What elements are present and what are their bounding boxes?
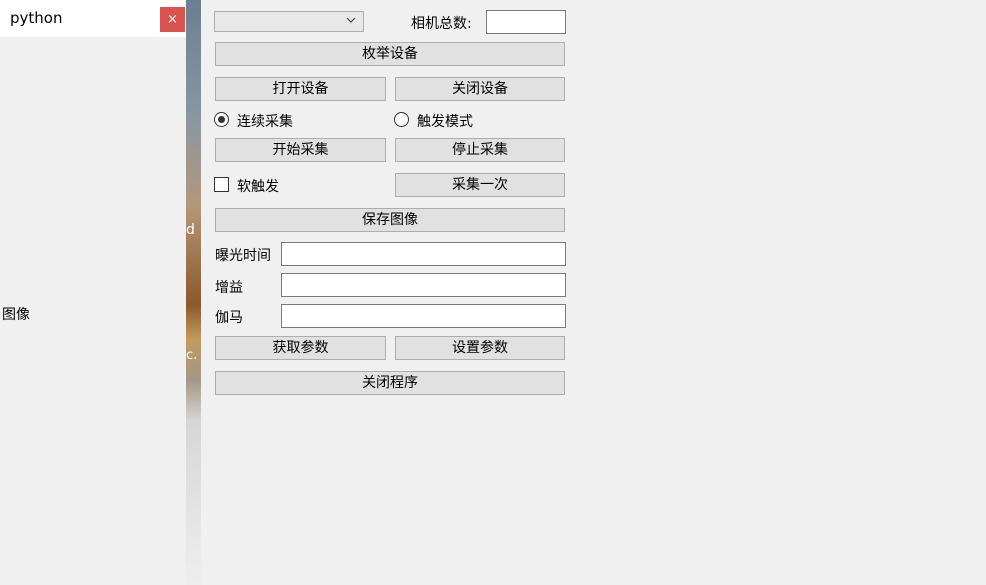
background-text-fragment: d bbox=[186, 222, 195, 238]
continuous-mode-label: 连续采集 bbox=[237, 114, 293, 130]
close-button[interactable]: × bbox=[160, 7, 185, 32]
camera-count-label: 相机总数: bbox=[411, 16, 472, 32]
enum-devices-button[interactable]: 枚举设备 bbox=[215, 42, 565, 66]
exposure-label: 曝光时间 bbox=[215, 248, 271, 264]
python-window-title: python bbox=[10, 9, 63, 27]
image-label: 图像 bbox=[2, 307, 30, 323]
background-text-fragment: c. bbox=[186, 348, 198, 363]
software-trigger-checkbox[interactable] bbox=[214, 177, 229, 192]
software-trigger-label: 软触发 bbox=[237, 179, 279, 195]
gamma-label: 伽马 bbox=[215, 310, 243, 326]
desktop-background-strip bbox=[186, 0, 201, 585]
save-image-button[interactable]: 保存图像 bbox=[215, 208, 565, 232]
open-device-button[interactable]: 打开设备 bbox=[215, 77, 386, 101]
gain-label: 增益 bbox=[215, 280, 243, 296]
camera-count-field[interactable] bbox=[486, 10, 566, 34]
start-grab-button[interactable]: 开始采集 bbox=[215, 138, 386, 162]
trigger-mode-radio[interactable] bbox=[394, 112, 409, 127]
gamma-field[interactable] bbox=[281, 304, 566, 328]
stop-grab-button[interactable]: 停止采集 bbox=[395, 138, 565, 162]
close-program-button[interactable]: 关闭程序 bbox=[215, 371, 565, 395]
gain-field[interactable] bbox=[281, 273, 566, 297]
close-device-button[interactable]: 关闭设备 bbox=[395, 77, 565, 101]
set-params-button[interactable]: 设置参数 bbox=[395, 336, 565, 360]
python-window: python × 图像 bbox=[0, 0, 187, 585]
trigger-once-button[interactable]: 采集一次 bbox=[395, 173, 565, 197]
chevron-down-icon bbox=[345, 14, 357, 29]
python-titlebar: python × bbox=[0, 0, 186, 37]
device-select[interactable] bbox=[214, 11, 364, 32]
continuous-mode-radio[interactable] bbox=[214, 112, 229, 127]
exposure-field[interactable] bbox=[281, 242, 566, 266]
trigger-mode-label: 触发模式 bbox=[417, 114, 473, 130]
get-params-button[interactable]: 获取参数 bbox=[215, 336, 386, 360]
